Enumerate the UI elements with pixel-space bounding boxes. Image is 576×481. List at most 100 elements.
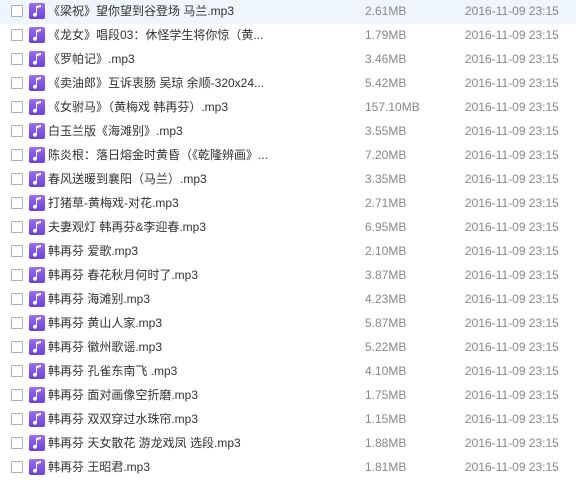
file-size: 157.10MB bbox=[365, 100, 420, 114]
row-checkbox[interactable] bbox=[11, 5, 23, 17]
file-name[interactable]: 韩再芬 面对画像空折磨.mp3 bbox=[48, 387, 280, 403]
music-file-icon bbox=[29, 123, 45, 139]
row-checkbox[interactable] bbox=[11, 77, 23, 89]
file-name[interactable]: 打猪草-黄梅戏-对花.mp3 bbox=[48, 195, 280, 211]
file-row[interactable]: 韩再芬 海滩别.mp3 4.23MB 2016-11-09 23:15 bbox=[0, 288, 576, 312]
row-checkbox[interactable] bbox=[11, 413, 23, 425]
file-date: 2016-11-09 23:15 bbox=[465, 412, 559, 426]
file-name[interactable]: 《梁祝》望你望到谷登场 马兰.mp3 bbox=[48, 3, 280, 19]
file-date: 2016-11-09 23:15 bbox=[465, 172, 559, 186]
file-name[interactable]: 韩再芬 黄山人家.mp3 bbox=[48, 315, 280, 331]
file-date: 2016-11-09 23:15 bbox=[465, 436, 559, 450]
file-row[interactable]: 白玉兰版《海滩别》.mp3 3.55MB 2016-11-09 23:15 bbox=[0, 120, 576, 144]
row-checkbox[interactable] bbox=[11, 125, 23, 137]
file-row[interactable]: 韩再芬 孔雀东南飞 .mp3 4.10MB 2016-11-09 23:15 bbox=[0, 360, 576, 384]
music-file-icon bbox=[29, 195, 45, 211]
file-name[interactable]: 《龙女》唱段03：休怪学生将你惊（黄... bbox=[48, 27, 280, 43]
file-name[interactable]: 白玉兰版《海滩别》.mp3 bbox=[48, 123, 280, 139]
file-size: 3.87MB bbox=[365, 268, 407, 282]
file-date: 2016-11-09 23:15 bbox=[465, 196, 559, 210]
row-checkbox[interactable] bbox=[11, 101, 23, 113]
file-size: 5.87MB bbox=[365, 316, 407, 330]
file-name[interactable]: 韩再芬 孔雀东南飞 .mp3 bbox=[48, 363, 280, 379]
file-row[interactable]: 韩再芬 爱歌.mp3 2.10MB 2016-11-09 23:15 bbox=[0, 240, 576, 264]
file-name[interactable]: 韩再芬 爱歌.mp3 bbox=[48, 243, 280, 259]
file-row[interactable]: 《龙女》唱段03：休怪学生将你惊（黄... 1.79MB 2016-11-09 23… bbox=[0, 24, 576, 48]
file-row[interactable]: 夫妻观灯 韩再芬&李迎春.mp3 6.95MB 2016-11-09 23:15 bbox=[0, 216, 576, 240]
row-checkbox[interactable] bbox=[11, 53, 23, 65]
file-row[interactable]: 《梁祝》望你望到谷登场 马兰.mp3 2.61MB 2016-11-09 23:15 bbox=[0, 0, 576, 24]
file-name[interactable]: 夫妻观灯 韩再芬&李迎春.mp3 bbox=[48, 219, 280, 235]
file-row[interactable]: 韩再芬 春花秋月何时了.mp3 3.87MB 2016-11-09 23:15 bbox=[0, 264, 576, 288]
file-name[interactable]: 韩再芬 双双穿过水珠帘.mp3 bbox=[48, 411, 280, 427]
row-checkbox[interactable] bbox=[11, 437, 23, 449]
file-name[interactable]: 陈炎根：落日熔金时黄昏（《乾隆辨画》... bbox=[48, 147, 280, 163]
row-checkbox[interactable] bbox=[11, 245, 23, 257]
file-name[interactable]: 《罗帕记》.mp3 bbox=[48, 51, 280, 67]
file-size: 7.20MB bbox=[365, 148, 407, 162]
file-row[interactable]: 陈炎根：落日熔金时黄昏（《乾隆辨画》... 7.20MB 2016-11-09 23… bbox=[0, 144, 576, 168]
file-size: 1.75MB bbox=[365, 388, 407, 402]
row-checkbox[interactable] bbox=[11, 221, 23, 233]
music-file-icon bbox=[29, 363, 45, 379]
row-checkbox[interactable] bbox=[11, 29, 23, 41]
file-row[interactable]: 韩再芬 双双穿过水珠帘.mp3 1.15MB 2016-11-09 23:15 bbox=[0, 408, 576, 432]
file-name[interactable]: 韩再芬 王昭君.mp3 bbox=[48, 459, 280, 475]
file-name[interactable]: 韩再芬 徽州歌谣.mp3 bbox=[48, 339, 280, 355]
row-checkbox[interactable] bbox=[11, 197, 23, 209]
file-size: 1.81MB bbox=[365, 460, 407, 474]
file-row[interactable]: 韩再芬 徽州歌谣.mp3 5.22MB 2016-11-09 23:15 bbox=[0, 336, 576, 360]
file-date: 2016-11-09 23:15 bbox=[465, 148, 559, 162]
music-file-icon bbox=[29, 75, 45, 91]
file-name[interactable]: 《女驸马》（黄梅戏 韩再芬）.mp3 bbox=[48, 99, 280, 115]
file-date: 2016-11-09 23:15 bbox=[465, 388, 559, 402]
row-checkbox[interactable] bbox=[11, 293, 23, 305]
file-size: 4.10MB bbox=[365, 364, 407, 378]
music-file-icon bbox=[29, 291, 45, 307]
file-date: 2016-11-09 23:15 bbox=[465, 292, 559, 306]
file-row[interactable]: 《卖油郎》互诉衷肠 吴琼 余顺-320x24... 5.42MB 2016-11-0… bbox=[0, 72, 576, 96]
file-row[interactable]: 韩再芬 面对画像空折磨.mp3 1.75MB 2016-11-09 23:15 bbox=[0, 384, 576, 408]
file-size: 6.95MB bbox=[365, 220, 407, 234]
file-size: 1.15MB bbox=[365, 412, 407, 426]
file-row[interactable]: 《女驸马》（黄梅戏 韩再芬）.mp3 157.10MB 2016-11-09 23:… bbox=[0, 96, 576, 120]
file-name[interactable]: 韩再芬 春花秋月何时了.mp3 bbox=[48, 267, 280, 283]
row-checkbox[interactable] bbox=[11, 269, 23, 281]
file-row[interactable]: 春风送暖到襄阳（马兰）.mp3 3.35MB 2016-11-09 23:15 bbox=[0, 168, 576, 192]
file-name[interactable]: 《卖油郎》互诉衷肠 吴琼 余顺-320x24... bbox=[48, 75, 280, 91]
row-checkbox[interactable] bbox=[11, 173, 23, 185]
file-date: 2016-11-09 23:15 bbox=[465, 52, 559, 66]
file-date: 2016-11-09 23:15 bbox=[465, 28, 559, 42]
file-size: 2.71MB bbox=[365, 196, 407, 210]
file-row[interactable]: 打猪草-黄梅戏-对花.mp3 2.71MB 2016-11-09 23:15 bbox=[0, 192, 576, 216]
file-date: 2016-11-09 23:15 bbox=[465, 244, 559, 258]
file-size: 5.42MB bbox=[365, 76, 407, 90]
file-size: 3.46MB bbox=[365, 52, 407, 66]
file-name[interactable]: 春风送暖到襄阳（马兰）.mp3 bbox=[48, 171, 280, 187]
row-checkbox[interactable] bbox=[11, 365, 23, 377]
file-size: 5.22MB bbox=[365, 340, 407, 354]
file-size: 1.79MB bbox=[365, 28, 407, 42]
file-date: 2016-11-09 23:15 bbox=[465, 364, 559, 378]
file-size: 3.55MB bbox=[365, 124, 407, 138]
row-checkbox[interactable] bbox=[11, 389, 23, 401]
file-row[interactable]: 《罗帕记》.mp3 3.46MB 2016-11-09 23:15 bbox=[0, 48, 576, 72]
file-row[interactable]: 韩再芬 天女散花 游龙戏凤 选段.mp3 1.88MB 2016-11-09 23:… bbox=[0, 432, 576, 456]
row-checkbox[interactable] bbox=[11, 317, 23, 329]
music-file-icon bbox=[29, 315, 45, 331]
music-file-icon bbox=[29, 51, 45, 67]
row-checkbox[interactable] bbox=[11, 341, 23, 353]
file-name[interactable]: 韩再芬 天女散花 游龙戏凤 选段.mp3 bbox=[48, 435, 280, 451]
music-file-icon bbox=[29, 147, 45, 163]
music-file-icon bbox=[29, 219, 45, 235]
file-date: 2016-11-09 23:15 bbox=[465, 4, 559, 18]
file-row[interactable]: 韩再芬 黄山人家.mp3 5.87MB 2016-11-09 23:15 bbox=[0, 312, 576, 336]
row-checkbox[interactable] bbox=[11, 461, 23, 473]
row-checkbox[interactable] bbox=[11, 149, 23, 161]
music-file-icon bbox=[29, 459, 45, 475]
file-name[interactable]: 韩再芬 海滩别.mp3 bbox=[48, 291, 280, 307]
music-file-icon bbox=[29, 27, 45, 43]
file-size: 1.88MB bbox=[365, 436, 407, 450]
file-row[interactable]: 韩再芬 王昭君.mp3 1.81MB 2016-11-09 23:15 bbox=[0, 456, 576, 480]
file-size: 4.23MB bbox=[365, 292, 407, 306]
